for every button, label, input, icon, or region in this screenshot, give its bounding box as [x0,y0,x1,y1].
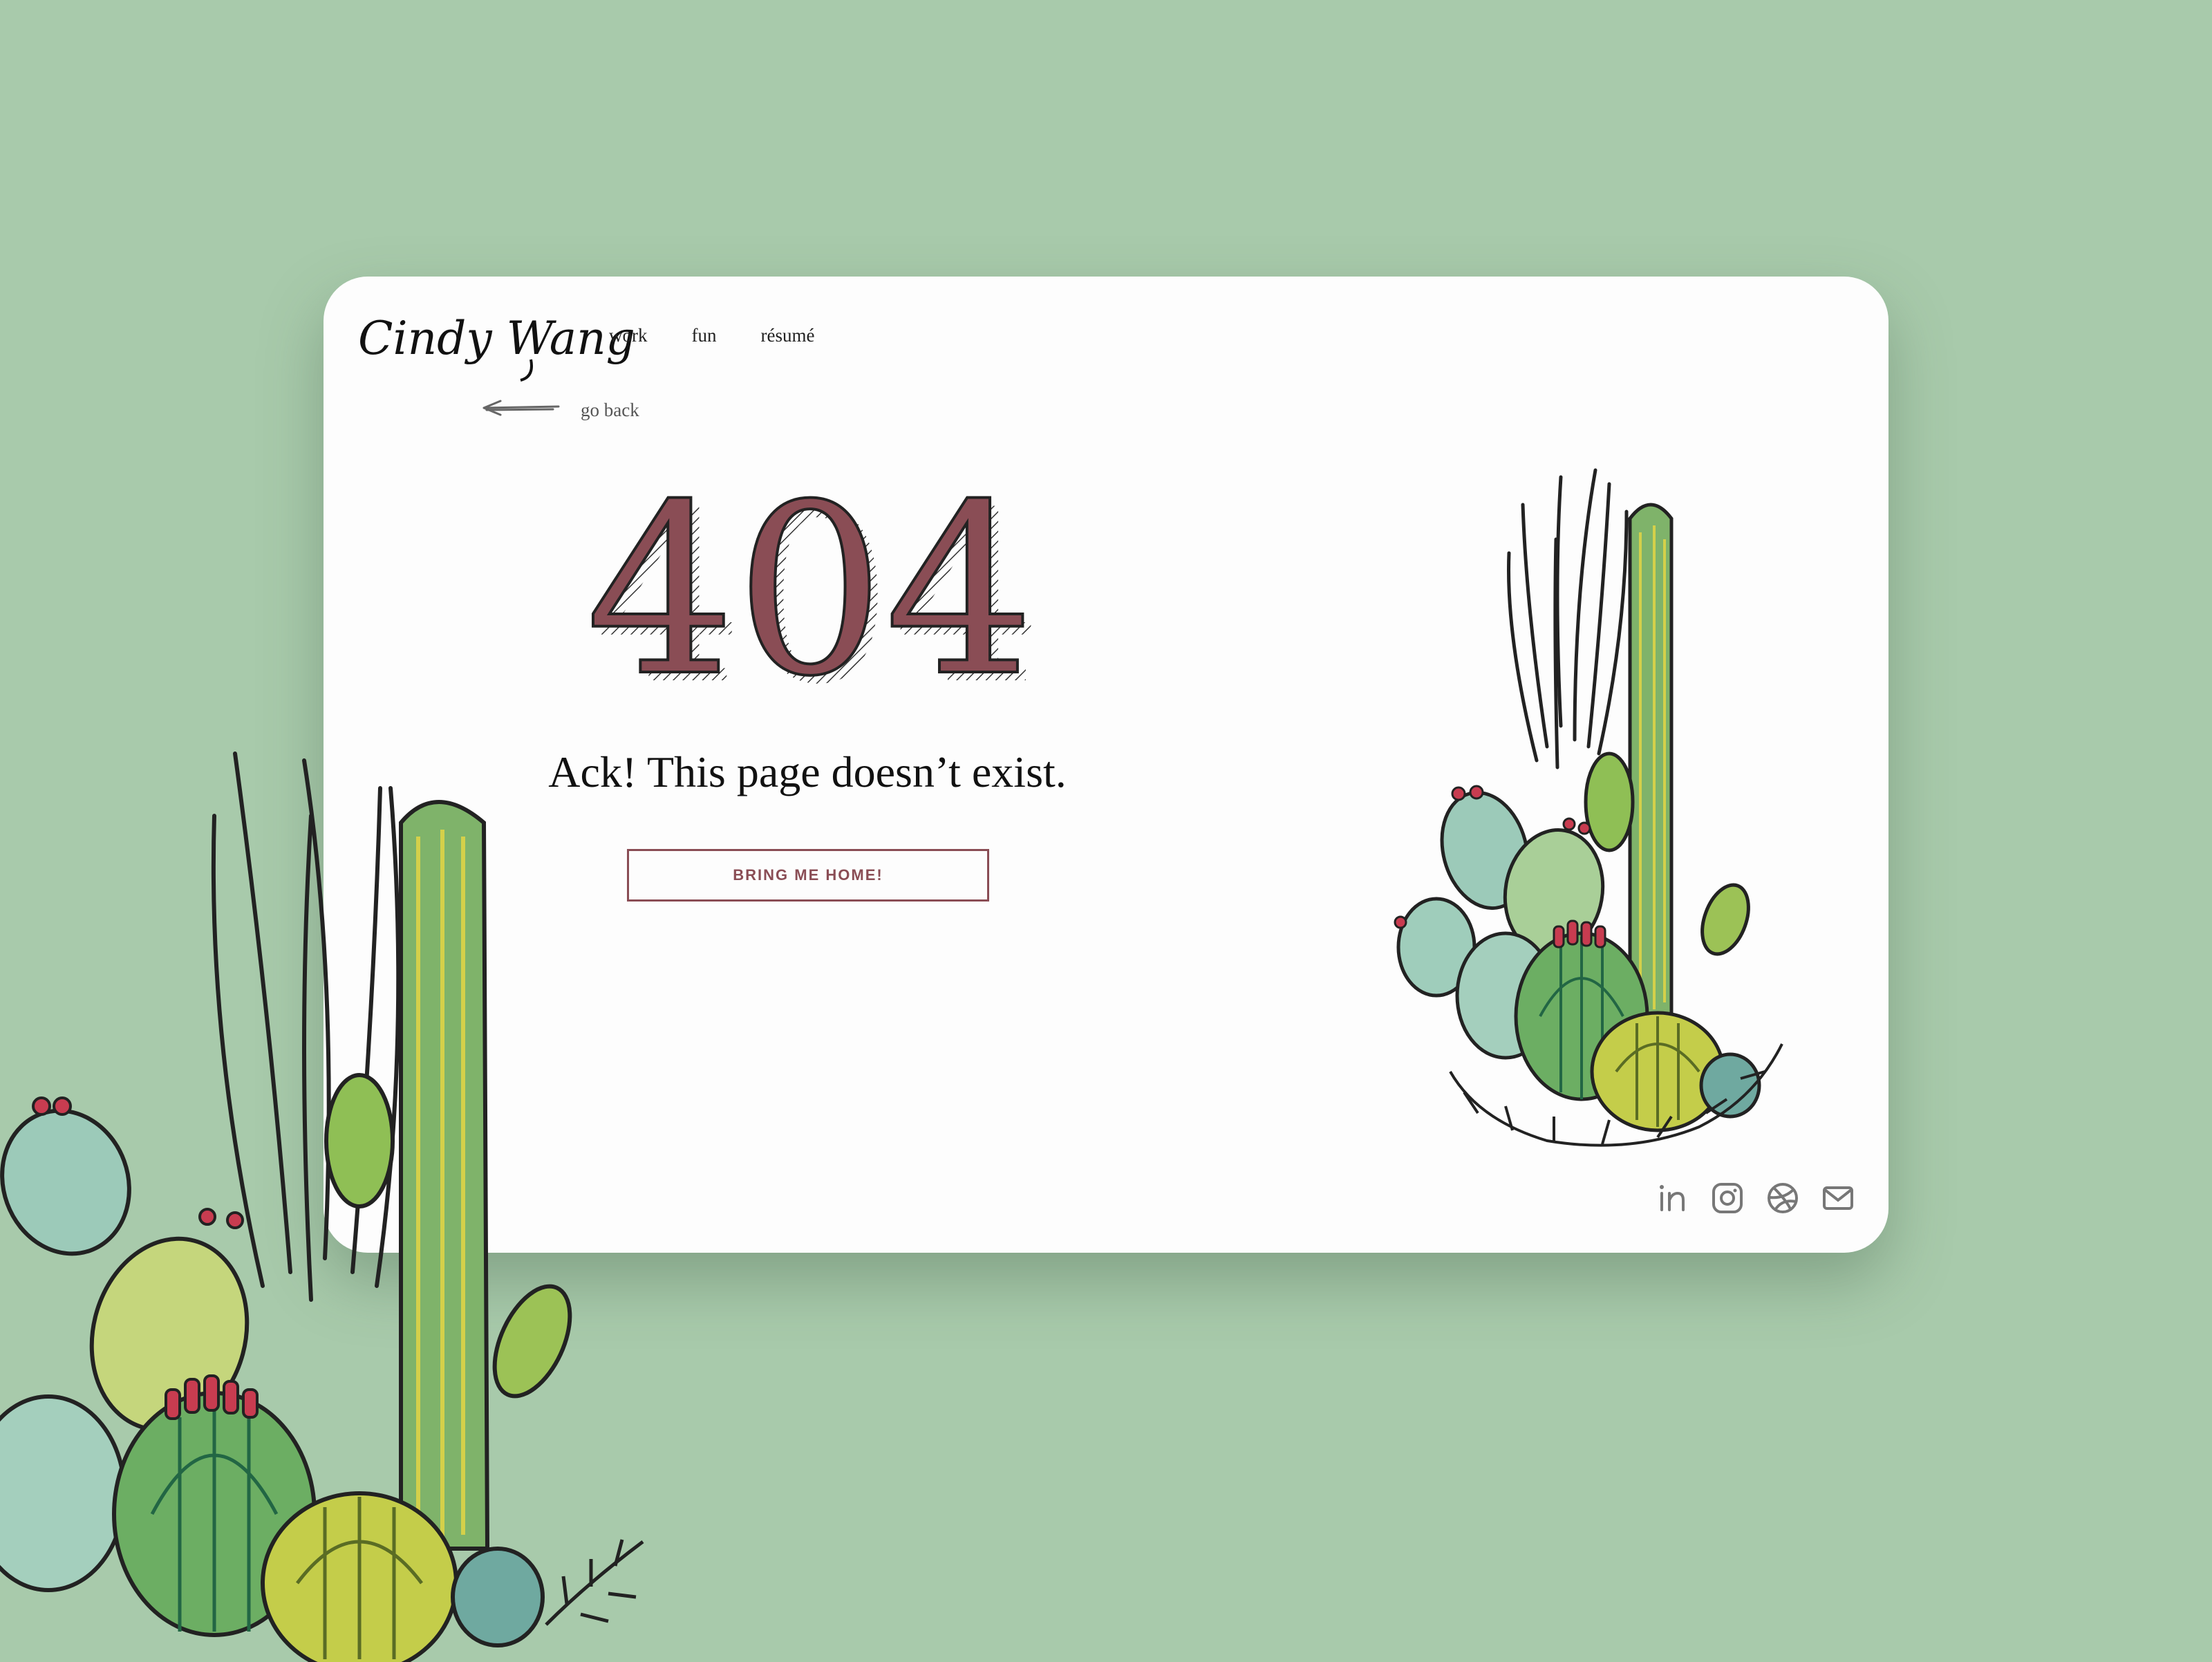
dribbble-icon[interactable] [1765,1181,1800,1215]
social-links [1655,1181,1855,1215]
go-back-link[interactable]: go back [477,394,639,427]
cactus-illustration [1188,449,1783,1147]
nav-resume[interactable]: résumé [761,325,815,346]
logo[interactable]: Cindy Wang [358,304,635,382]
bring-me-home-button[interactable]: BRING ME HOME! [627,849,989,902]
error-code-text: 404 [586,454,1035,728]
linkedin-icon[interactable] [1655,1181,1689,1215]
go-back-label: go back [581,400,639,420]
nav-fun[interactable]: fun [692,325,717,346]
error-code: 404 404 [547,453,1073,736]
main-nav: work fun résumé [609,325,859,346]
arrow-left-icon [477,394,560,427]
mail-icon[interactable] [1821,1181,1855,1215]
logo-text: Cindy Wang [358,312,635,365]
instagram-icon[interactable] [1710,1181,1745,1215]
nav-work[interactable]: work [609,325,648,346]
cactus-decoration [0,733,664,1662]
